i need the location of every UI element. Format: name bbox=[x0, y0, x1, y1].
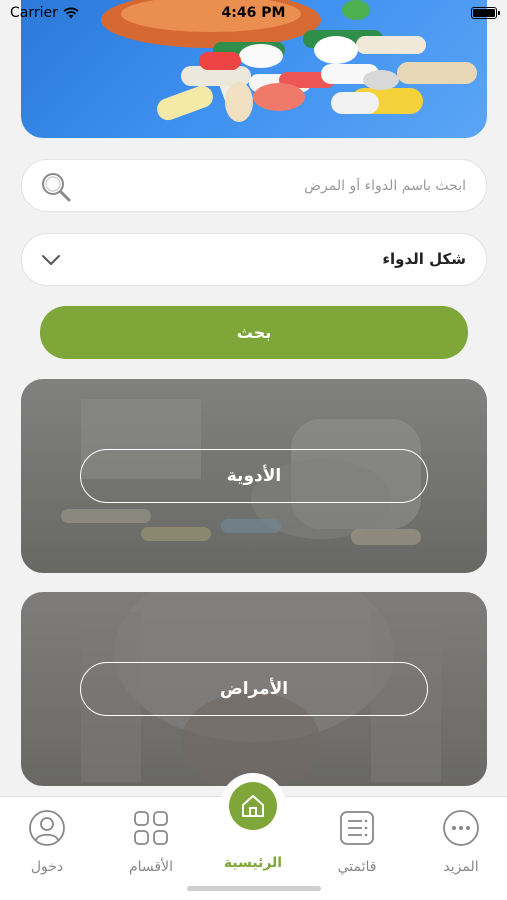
search-icon[interactable] bbox=[40, 171, 72, 203]
tab-bar: المزيد قائمتي الرئيسية الأقسام دخول bbox=[0, 773, 507, 900]
tab-my-list[interactable]: قائمتي bbox=[317, 797, 397, 900]
chevron-down-icon bbox=[42, 255, 60, 265]
home-indicator bbox=[187, 886, 321, 891]
medicines-card[interactable]: الأدوية bbox=[21, 379, 487, 573]
search-field[interactable] bbox=[21, 159, 487, 212]
tab-categories[interactable]: الأقسام bbox=[111, 797, 191, 900]
search-input[interactable] bbox=[102, 160, 466, 211]
tab-home-label: الرئيسية bbox=[223, 855, 283, 871]
tab-my-list-label: قائمتي bbox=[337, 859, 377, 875]
grid-icon bbox=[134, 811, 168, 845]
tab-categories-label: الأقسام bbox=[129, 859, 173, 875]
search-button[interactable]: بحث bbox=[40, 306, 468, 359]
tab-login[interactable]: دخول bbox=[7, 797, 87, 900]
user-icon bbox=[29, 810, 65, 846]
list-icon bbox=[340, 811, 374, 845]
tab-more[interactable]: المزيد bbox=[421, 797, 501, 900]
diseases-button[interactable]: الأمراض bbox=[80, 662, 428, 716]
tab-more-label: المزيد bbox=[443, 859, 479, 875]
tab-login-label: دخول bbox=[30, 859, 64, 875]
dosage-form-label: شكل الدواء bbox=[382, 250, 466, 268]
dosage-form-select[interactable]: شكل الدواء bbox=[21, 233, 487, 286]
medicines-button[interactable]: الأدوية bbox=[80, 449, 428, 503]
status-bar: Carrier 4:46 PM bbox=[0, 0, 507, 28]
diseases-card[interactable]: الأمراض bbox=[21, 592, 487, 786]
battery-icon bbox=[471, 7, 500, 19]
tab-home[interactable]: الرئيسية bbox=[213, 797, 293, 900]
more-dots-icon bbox=[443, 810, 479, 846]
clock: 4:46 PM bbox=[221, 5, 286, 21]
